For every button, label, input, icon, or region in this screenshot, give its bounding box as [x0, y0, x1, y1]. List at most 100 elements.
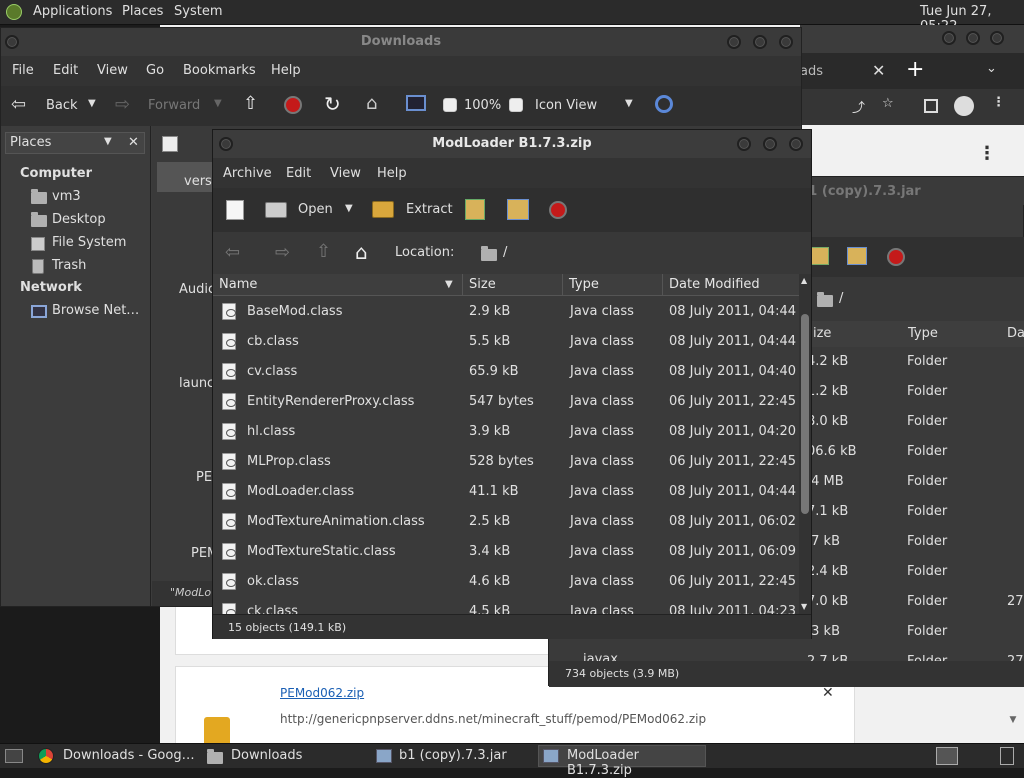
profile-avatar[interactable]	[954, 96, 974, 116]
table-row[interactable]: EntityRendererProxy.class 547 bytes Java c…	[213, 387, 799, 417]
chrome-scrollbar[interactable]: ▼	[1006, 715, 1020, 745]
back-location-path[interactable]: /	[839, 291, 843, 306]
minimize-button[interactable]	[737, 137, 751, 151]
up-arrow-icon[interactable]: ⇧	[316, 241, 331, 262]
applications-menu[interactable]: Applications	[33, 4, 112, 19]
new-archive-icon[interactable]	[226, 200, 244, 220]
system-menu[interactable]: System	[174, 4, 222, 19]
menu-view[interactable]: View	[97, 63, 128, 78]
share-icon[interactable]: ⤴	[852, 97, 865, 116]
column-type[interactable]: Type	[908, 326, 938, 341]
table-row[interactable]: cb.class 5.5 kB Java class 08 July 2011, 04…	[213, 327, 799, 357]
column-date[interactable]: Date Modified	[663, 274, 799, 296]
scroll-down-icon[interactable]: ▼	[801, 602, 807, 611]
close-button[interactable]	[789, 137, 803, 151]
stop-icon[interactable]	[549, 201, 567, 219]
back-button[interactable]: Back	[46, 98, 78, 113]
table-row[interactable]: ck.class 4.5 kB Java class 08 July 2011, 04…	[213, 597, 799, 614]
show-desktop-icon[interactable]	[5, 749, 23, 763]
chrome-menu-icon[interactable]: ⋮	[992, 95, 1005, 110]
home-icon[interactable]: ⌂	[355, 240, 368, 264]
column-size[interactable]: ize	[813, 326, 831, 341]
table-row[interactable]: ModLoader.class 41.1 kB Java class 08 July …	[213, 477, 799, 507]
table-row[interactable]: hl.class 3.9 kB Java class 08 July 2011, 04…	[213, 417, 799, 447]
places-menu[interactable]: Places	[122, 4, 163, 19]
remove-download-icon[interactable]: ✕	[822, 685, 834, 701]
table-row[interactable]: MLProp.class 528 bytes Java class 06 July 2…	[213, 447, 799, 477]
computer-icon[interactable]	[406, 95, 426, 111]
forward-arrow-icon[interactable]: ⇨	[115, 94, 130, 115]
back-dropdown-icon[interactable]: ▼	[88, 98, 96, 109]
add-files-icon[interactable]	[465, 199, 485, 220]
column-size[interactable]: Size	[463, 274, 563, 296]
sidebar-item-file-system[interactable]: File System	[29, 234, 147, 254]
back-arrow-icon[interactable]: ⇦	[11, 94, 26, 115]
forward-button[interactable]: Forward	[148, 98, 200, 113]
column-name[interactable]: Name	[213, 274, 463, 296]
sidebar-item-trash[interactable]: Trash	[29, 257, 147, 277]
extract-icon[interactable]	[372, 201, 394, 218]
chrome-tab-label[interactable]: ads	[800, 64, 823, 79]
open-archive-icon[interactable]	[265, 202, 287, 218]
reload-icon[interactable]: ↻	[324, 92, 341, 116]
side-panel-icon[interactable]	[924, 99, 938, 113]
menu-help[interactable]: Help	[377, 166, 407, 181]
extract-button[interactable]: Extract	[406, 202, 453, 217]
stop-icon[interactable]	[284, 96, 302, 114]
menu-archive[interactable]: Archive	[223, 166, 272, 181]
taskbar-item-b1-jar[interactable]: b1 (copy).7.3.jar	[372, 745, 536, 767]
table-row[interactable]: ok.class 4.6 kB Java class 06 July 2011, 22…	[213, 567, 799, 597]
up-arrow-icon[interactable]: ⇧	[243, 93, 258, 114]
sidebar-dropdown-icon[interactable]: ▼	[104, 136, 112, 147]
close-tab-icon[interactable]: ✕	[872, 61, 885, 80]
distro-logo-icon[interactable]	[6, 4, 22, 20]
maximize-button[interactable]	[763, 137, 777, 151]
taskbar-item-downloads[interactable]: Downloads	[204, 745, 368, 767]
open-button[interactable]: Open	[298, 202, 333, 217]
forward-dropdown-icon[interactable]: ▼	[214, 98, 222, 109]
download-filename-link[interactable]: PEMod062.zip	[280, 686, 364, 700]
scroll-up-icon[interactable]: ▲	[801, 276, 807, 285]
column-date[interactable]: Da	[1007, 326, 1024, 341]
add-files-icon[interactable]	[811, 247, 829, 265]
home-icon[interactable]: ⌂	[366, 93, 377, 114]
sidebar-header-label[interactable]: Places	[10, 135, 51, 150]
scroll-thumb[interactable]	[801, 314, 809, 514]
sidebar-close-icon[interactable]: ✕	[128, 135, 139, 150]
menu-bookmarks[interactable]: Bookmarks	[183, 63, 256, 78]
taskbar-item-chrome[interactable]: Downloads - Googl…	[34, 745, 198, 767]
taskbar-item-modloader[interactable]: ModLoader B1.7.3.zip	[538, 745, 706, 778]
table-row[interactable]: BaseMod.class 2.9 kB Java class 08 July 201…	[213, 297, 799, 327]
view-dropdown-icon[interactable]: ▼	[625, 98, 633, 109]
table-row[interactable]: 2.7 kB Folder 27.	[549, 647, 1024, 661]
sidebar-item-vm3[interactable]: vm3	[29, 188, 147, 208]
bookmark-star-icon[interactable]: ☆	[882, 96, 894, 111]
edit-location-icon[interactable]	[162, 136, 178, 152]
sort-descending-icon[interactable]: ▼	[445, 279, 453, 290]
table-row[interactable]: cv.class 65.9 kB Java class 08 July 2011, 0…	[213, 357, 799, 387]
menu-file[interactable]: File	[12, 63, 34, 78]
column-type[interactable]: Type	[563, 274, 663, 296]
zoom-out-icon[interactable]	[443, 98, 457, 112]
menu-edit[interactable]: Edit	[53, 63, 78, 78]
chevron-down-icon[interactable]: ⌄	[986, 61, 997, 76]
forward-arrow-icon[interactable]: ⇨	[275, 242, 290, 263]
search-icon[interactable]	[655, 95, 673, 113]
menu-view[interactable]: View	[330, 166, 361, 181]
new-tab-icon[interactable]: +	[906, 57, 924, 82]
table-row[interactable]: ModTextureAnimation.class 2.5 kB Java clas…	[213, 507, 799, 537]
sidebar-item-desktop[interactable]: Desktop	[29, 211, 147, 231]
workspace-switcher[interactable]	[936, 747, 958, 765]
add-folder-icon[interactable]	[507, 199, 529, 220]
add-folder-icon[interactable]	[847, 247, 867, 265]
sidebar-item-browse-network[interactable]: Browse Net…	[29, 302, 147, 322]
download-url[interactable]: http://genericpnpserver.ddns.net/minecra…	[280, 712, 706, 726]
folder-name[interactable]: javax	[583, 652, 618, 661]
menu-edit[interactable]: Edit	[286, 166, 311, 181]
view-mode-select[interactable]: Icon View	[535, 98, 597, 113]
back-arrow-icon[interactable]: ⇦	[225, 242, 240, 263]
zoom-in-icon[interactable]	[509, 98, 523, 112]
menu-go[interactable]: Go	[146, 63, 164, 78]
downloads-kebab-icon[interactable]: ⋮	[978, 143, 996, 164]
stop-icon[interactable]	[887, 248, 905, 266]
